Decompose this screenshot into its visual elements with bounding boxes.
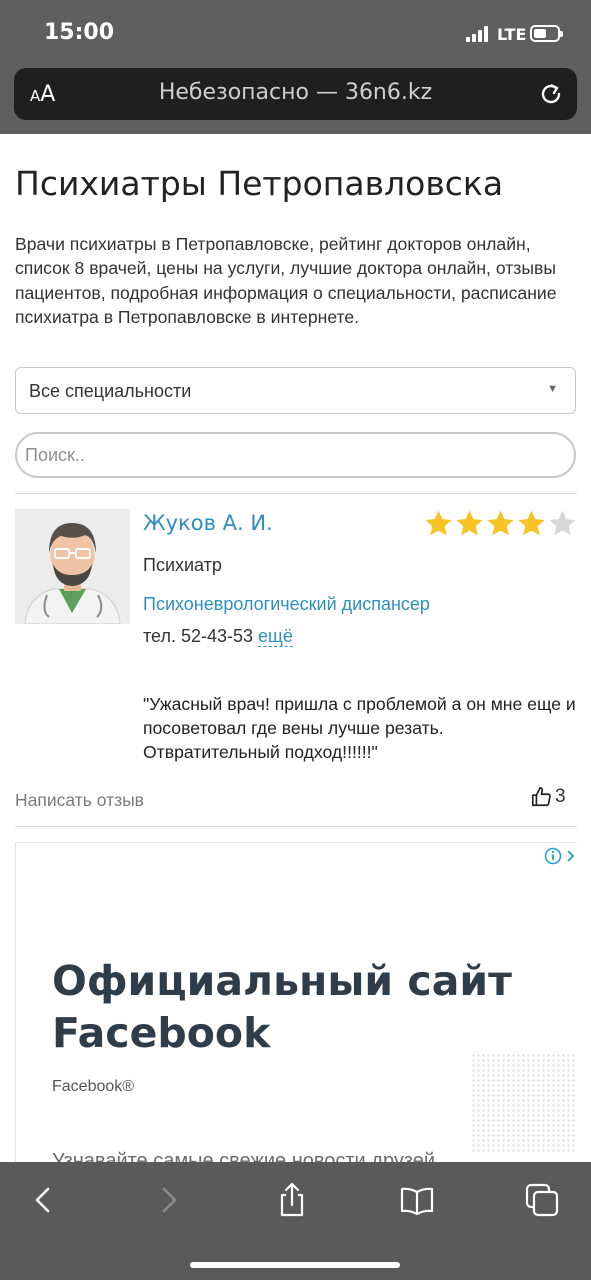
tabs-icon[interactable] — [522, 1180, 562, 1220]
doctor-avatar[interactable] — [15, 509, 130, 624]
forward-icon[interactable] — [148, 1180, 188, 1220]
more-phones-link[interactable]: ещё — [258, 626, 293, 647]
network-label: LTE — [497, 25, 527, 44]
specialty-select-value: Все специальности — [29, 381, 192, 401]
doctor-rating — [423, 508, 578, 539]
reload-icon[interactable] — [537, 80, 565, 108]
share-icon[interactable] — [272, 1180, 312, 1220]
star-filled-icon — [518, 510, 545, 536]
page-title: Психиатры Петропавловска — [15, 164, 504, 203]
status-bar: 15:00 LTE — [0, 0, 591, 62]
home-indicator[interactable] — [190, 1262, 400, 1268]
signal-icon — [466, 26, 488, 42]
doctor-phone: тел. 52-43-53 ещё — [143, 626, 293, 647]
star-filled-icon — [425, 510, 452, 536]
write-review-link[interactable]: Написать отзыв — [15, 790, 144, 811]
review-text: "Ужасный врач! пришла с проблемой а он м… — [143, 694, 576, 762]
url-text[interactable]: Небезопасно — 36n6.kz — [14, 80, 577, 105]
like-button[interactable]: 3 — [530, 786, 566, 808]
ad-decoration — [471, 1053, 577, 1153]
star-empty-icon — [549, 510, 576, 536]
address-bar[interactable]: AA Небезопасно — 36n6.kz — [14, 68, 577, 120]
ad-brand: Facebook® — [52, 1078, 135, 1095]
star-filled-icon — [487, 510, 514, 536]
bookmarks-icon[interactable] — [397, 1180, 437, 1220]
doctor-specialty: Психиатр — [143, 555, 222, 575]
phone-text: тел. 52-43-53 — [143, 626, 254, 646]
star-filled-icon — [456, 510, 483, 536]
clinic-link[interactable]: Психоневрологический диспансер — [143, 594, 430, 615]
ad-title[interactable]: Официальный сайт Facebook — [52, 955, 522, 1059]
divider — [15, 826, 577, 827]
thumbs-up-icon — [531, 787, 551, 807]
battery-icon — [530, 25, 563, 42]
back-icon[interactable] — [24, 1180, 64, 1220]
info-icon — [544, 847, 562, 865]
like-count: 3 — [555, 786, 566, 807]
page-intro: Врачи психиатры в Петропавловске, рейтин… — [15, 234, 557, 327]
ad-banner[interactable]: Официальный сайт Facebook Facebook® Узна… — [15, 842, 577, 1172]
divider — [15, 493, 577, 494]
search-input[interactable] — [15, 432, 576, 478]
status-time: 15:00 — [44, 20, 115, 45]
ad-choices[interactable] — [544, 847, 577, 865]
caret-down-icon: ▼ — [547, 383, 558, 395]
doctor-name-link[interactable]: Жуков А. И. — [143, 511, 273, 535]
doctor-portrait-icon — [15, 509, 130, 624]
chevron-right-icon — [567, 850, 575, 862]
specialty-select[interactable]: Все специальности ▼ — [15, 367, 576, 414]
browser-address-area: AA Небезопасно — 36n6.kz — [0, 62, 591, 134]
